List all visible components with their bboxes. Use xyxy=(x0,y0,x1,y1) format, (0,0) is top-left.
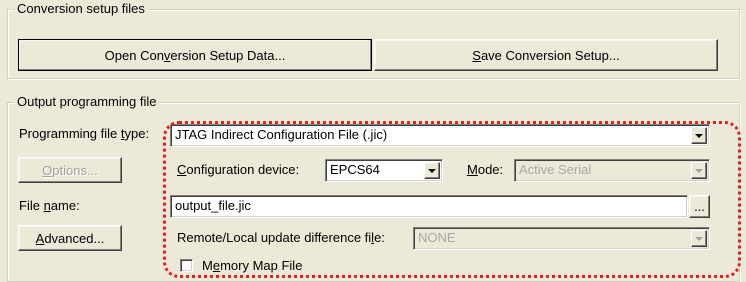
configuration-device-dropdown-arrow[interactable] xyxy=(424,162,440,179)
mode-select[interactable]: Active Serial xyxy=(514,159,710,182)
memory-map-checkbox[interactable] xyxy=(180,259,193,272)
file-name-label: File name: xyxy=(19,198,80,213)
memory-map-label: Memory Map File xyxy=(202,258,303,273)
configuration-device-label: Configuration device: xyxy=(177,162,300,177)
mode-label: Mode: xyxy=(467,162,504,177)
save-conversion-setup-label: Save Conversion Setup... xyxy=(472,47,620,63)
remote-local-select[interactable]: NONE xyxy=(413,227,710,250)
remote-local-value: NONE xyxy=(418,230,456,245)
options-label: Options... xyxy=(42,162,98,178)
remote-local-label: Remote/Local update difference file: xyxy=(177,230,385,245)
programming-file-type-select[interactable]: JTAG Indirect Configuration File (.jic) xyxy=(170,124,710,147)
configuration-device-select[interactable]: EPCS64 xyxy=(325,159,443,182)
configuration-device-value: EPCS64 xyxy=(330,162,380,177)
open-conversion-setup-button[interactable]: Open Conversion Setup Data... xyxy=(18,39,372,71)
chevron-down-icon xyxy=(695,236,703,241)
open-conversion-setup-label: Open Conversion Setup Data... xyxy=(104,47,286,63)
remote-local-dropdown-arrow[interactable] xyxy=(691,230,707,247)
advanced-button[interactable]: Advanced... xyxy=(18,225,122,251)
output-programming-title: Output programming file xyxy=(14,94,160,110)
conversion-setup-title: Conversion setup files xyxy=(14,1,148,17)
programming-file-type-value: JTAG Indirect Configuration File (.jic) xyxy=(175,127,388,142)
advanced-label: Advanced... xyxy=(35,230,105,246)
options-button[interactable]: Options... xyxy=(18,157,122,183)
chevron-down-icon xyxy=(695,168,703,173)
programming-file-type-label: Programming file type: xyxy=(19,126,150,141)
chevron-down-icon xyxy=(428,168,436,173)
mode-dropdown-arrow[interactable] xyxy=(691,162,707,179)
programming-file-type-dropdown-arrow[interactable] xyxy=(691,127,707,144)
browse-button[interactable]: ... xyxy=(689,195,710,218)
chevron-down-icon xyxy=(695,133,703,138)
browse-label: ... xyxy=(694,199,705,214)
mode-value: Active Serial xyxy=(519,162,592,177)
save-conversion-setup-button[interactable]: Save Conversion Setup... xyxy=(374,39,718,71)
file-name-value: output_file.jic xyxy=(175,198,251,213)
file-name-input[interactable]: output_file.jic xyxy=(170,195,688,218)
